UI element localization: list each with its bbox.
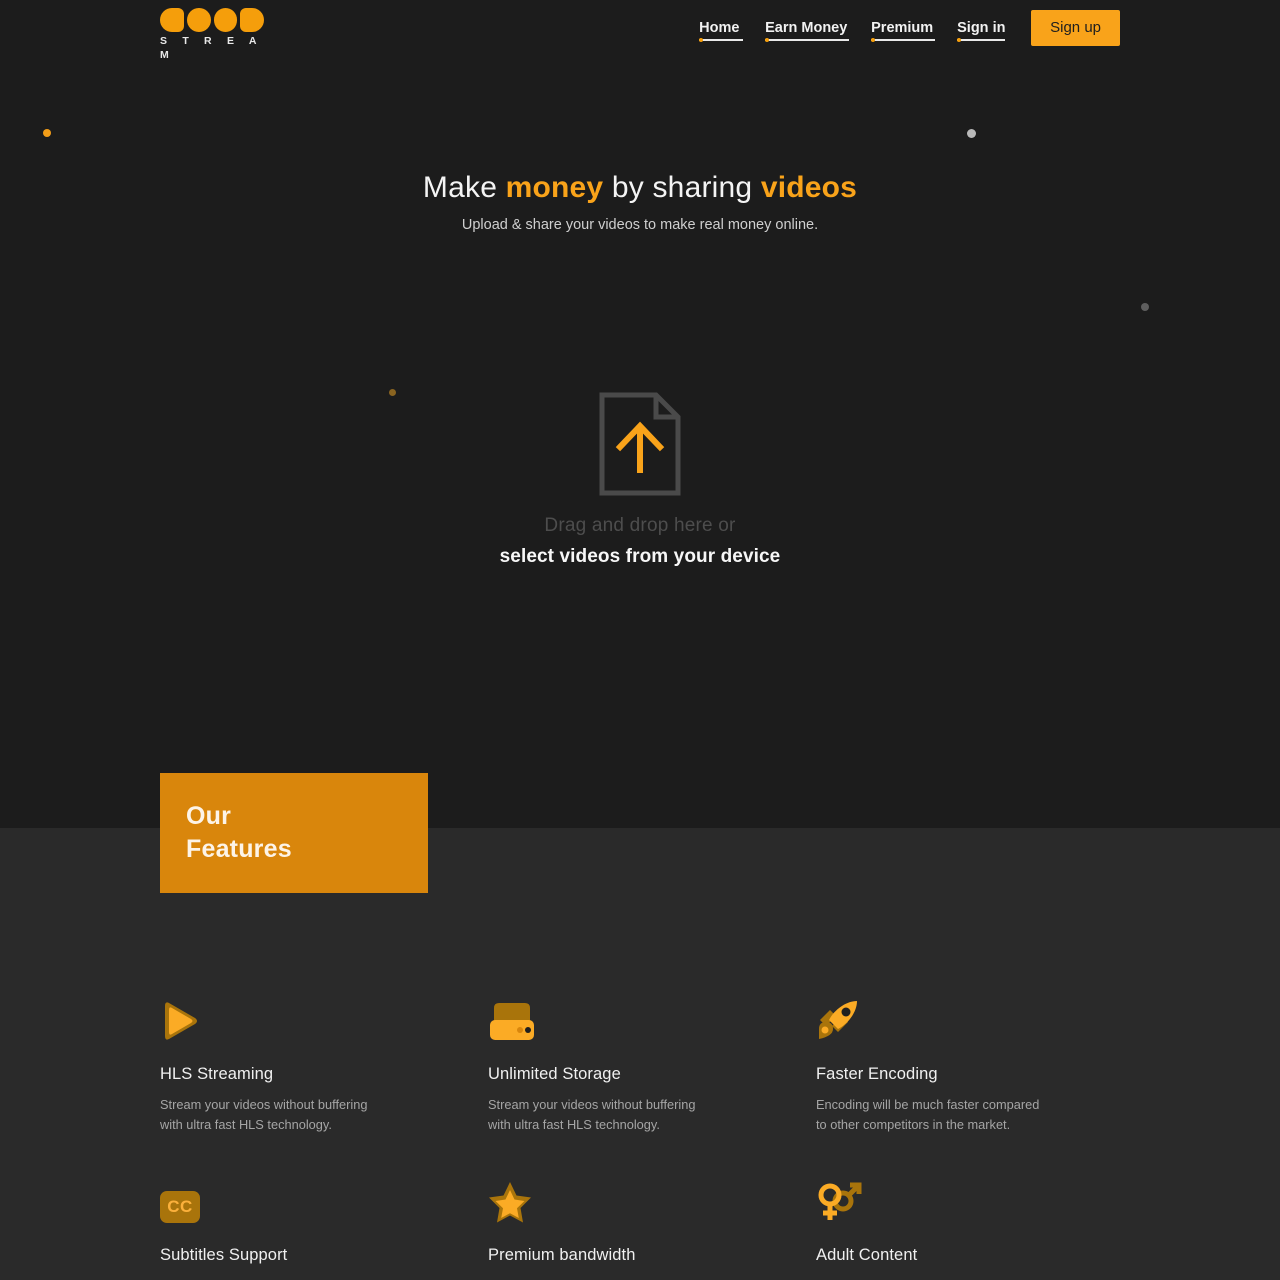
feature-title: Adult Content — [816, 1246, 918, 1264]
decor-dot-4 — [1141, 303, 1149, 311]
feature-title: Faster Encoding — [816, 1065, 938, 1083]
nav-item-label: Earn Money — [765, 20, 848, 36]
hero-title-part2: by sharing — [603, 171, 761, 204]
feature-title: Subtitles Support — [160, 1246, 288, 1264]
feature-desc-line2: with ultra fast HLS technology. — [488, 1117, 660, 1132]
select-videos-link[interactable]: select videos from your device — [0, 546, 1280, 568]
feature-title: HLS Streaming — [160, 1065, 274, 1083]
nav-underline — [957, 39, 1006, 41]
document-upload-icon — [599, 392, 681, 496]
logo-mark — [160, 8, 264, 32]
closed-caption-icon: CC — [160, 1191, 200, 1223]
decor-dot-1 — [43, 129, 51, 137]
feature-desc-line1: Stream your videos without buffering — [160, 1097, 368, 1112]
logo-circle-shape-2 — [213, 8, 238, 32]
decor-dot-2 — [967, 129, 976, 138]
nav-underline-dot — [765, 38, 770, 42]
feature-desc-line2: to other competitors in the market. — [816, 1117, 1011, 1132]
features-heading-line1: Our — [186, 802, 232, 830]
upload-dropzone[interactable]: Drag and drop here or select videos from… — [0, 392, 1280, 568]
feature-description: You can purchase premium bandwidth — [488, 1276, 816, 1280]
feature-title: Unlimited Storage — [488, 1065, 621, 1083]
nav-item-label: Sign in — [957, 20, 1006, 36]
features-heading-box: Our Features — [160, 773, 428, 893]
feature-subtitles-support: CC Subtitles Support You can upload your… — [160, 1179, 488, 1280]
server-storage-icon — [490, 1003, 534, 1040]
hero-title: Make money by sharing videos — [0, 168, 1280, 208]
sign-up-button[interactable]: Sign up — [1031, 10, 1120, 46]
feature-desc-line1: Encoding will be much faster compared — [816, 1097, 1040, 1112]
feature-title: Premium bandwidth — [488, 1246, 636, 1264]
hero-title-part1: Make — [422, 171, 506, 204]
feature-desc-line1: You can purchase premium bandwidth — [488, 1276, 816, 1280]
feature-description: You can upload your own subtitles in any — [160, 1276, 488, 1280]
play-icon — [165, 1002, 197, 1040]
nav-underline — [699, 39, 744, 41]
feature-desc-line1: You can upload your own subtitles in any — [160, 1276, 488, 1280]
feature-hls-streaming: HLS Streaming Stream your videos without… — [160, 998, 488, 1179]
logo[interactable]: S T R E A M — [160, 8, 264, 61]
page-root: S T R E A M Home Earn Money Premium Sign… — [0, 0, 1280, 1280]
feature-description: Stream your videos without buffering wit… — [160, 1095, 488, 1135]
nav-item-premium[interactable]: Premium — [871, 9, 936, 47]
nav-item-earn-money[interactable]: Earn Money — [765, 9, 850, 47]
nav-item-label: Home — [699, 20, 740, 36]
logo-wordmark: S T R E A M — [160, 35, 263, 61]
logo-d-left-shape — [160, 8, 184, 32]
hero: Make money by sharing videos Upload & sh… — [0, 168, 1280, 233]
feature-icon-wrap — [160, 998, 488, 1042]
nav-item-label: Premium — [871, 20, 934, 36]
nav-item-sign-in[interactable]: Sign in — [957, 9, 1005, 47]
logo-circle-shape-1 — [186, 8, 211, 32]
features-heading-line2: Features — [186, 835, 292, 863]
star-icon — [489, 1182, 531, 1223]
nav-underline-dot — [871, 38, 876, 42]
feature-unlimited-storage: Unlimited Storage Stream your videos wit… — [488, 998, 816, 1179]
drag-drop-hint: Drag and drop here or — [544, 515, 736, 536]
feature-icon-wrap — [488, 1179, 816, 1223]
feature-description: All the legal adult contents are allowed — [816, 1276, 1144, 1280]
main-nav: Home Earn Money Premium Sign in Sign up — [699, 0, 1120, 56]
nav-underline-dot — [957, 38, 962, 42]
rocket-icon — [819, 1001, 857, 1039]
feature-icon-wrap — [488, 998, 816, 1042]
feature-icon-wrap: CC — [160, 1179, 488, 1223]
nav-item-home[interactable]: Home — [699, 9, 744, 47]
logo-d-right-shape — [240, 8, 264, 32]
features-grid: HLS Streaming Stream your videos without… — [160, 998, 1140, 1280]
nav-underline — [765, 39, 850, 41]
feature-faster-encoding: Faster Encoding Encoding will be much fa… — [816, 998, 1144, 1179]
hero-title-highlight-videos: videos — [760, 171, 858, 204]
feature-icon-wrap — [816, 1179, 1144, 1223]
feature-adult-content: Adult Content All the legal adult conten… — [816, 1179, 1144, 1280]
nav-underline — [871, 39, 936, 41]
feature-premium-bandwidth: Premium bandwidth You can purchase premi… — [488, 1179, 816, 1280]
feature-description: Stream your videos without buffering wit… — [488, 1095, 816, 1135]
feature-desc-line1: All the legal adult contents are allowed — [816, 1276, 1144, 1280]
nav-underline-dot — [699, 38, 704, 42]
site-header: S T R E A M Home Earn Money Premium Sign… — [0, 0, 1280, 61]
hero-title-highlight-money: money — [505, 171, 604, 204]
feature-icon-wrap — [816, 998, 1144, 1042]
feature-desc-line1: Stream your videos without buffering — [488, 1097, 696, 1112]
feature-desc-line2: with ultra fast HLS technology. — [160, 1117, 332, 1132]
gender-symbols-icon — [818, 1182, 862, 1220]
feature-description: Encoding will be much faster compared to… — [816, 1095, 1144, 1135]
hero-subtitle: Upload & share your videos to make real … — [461, 217, 819, 233]
